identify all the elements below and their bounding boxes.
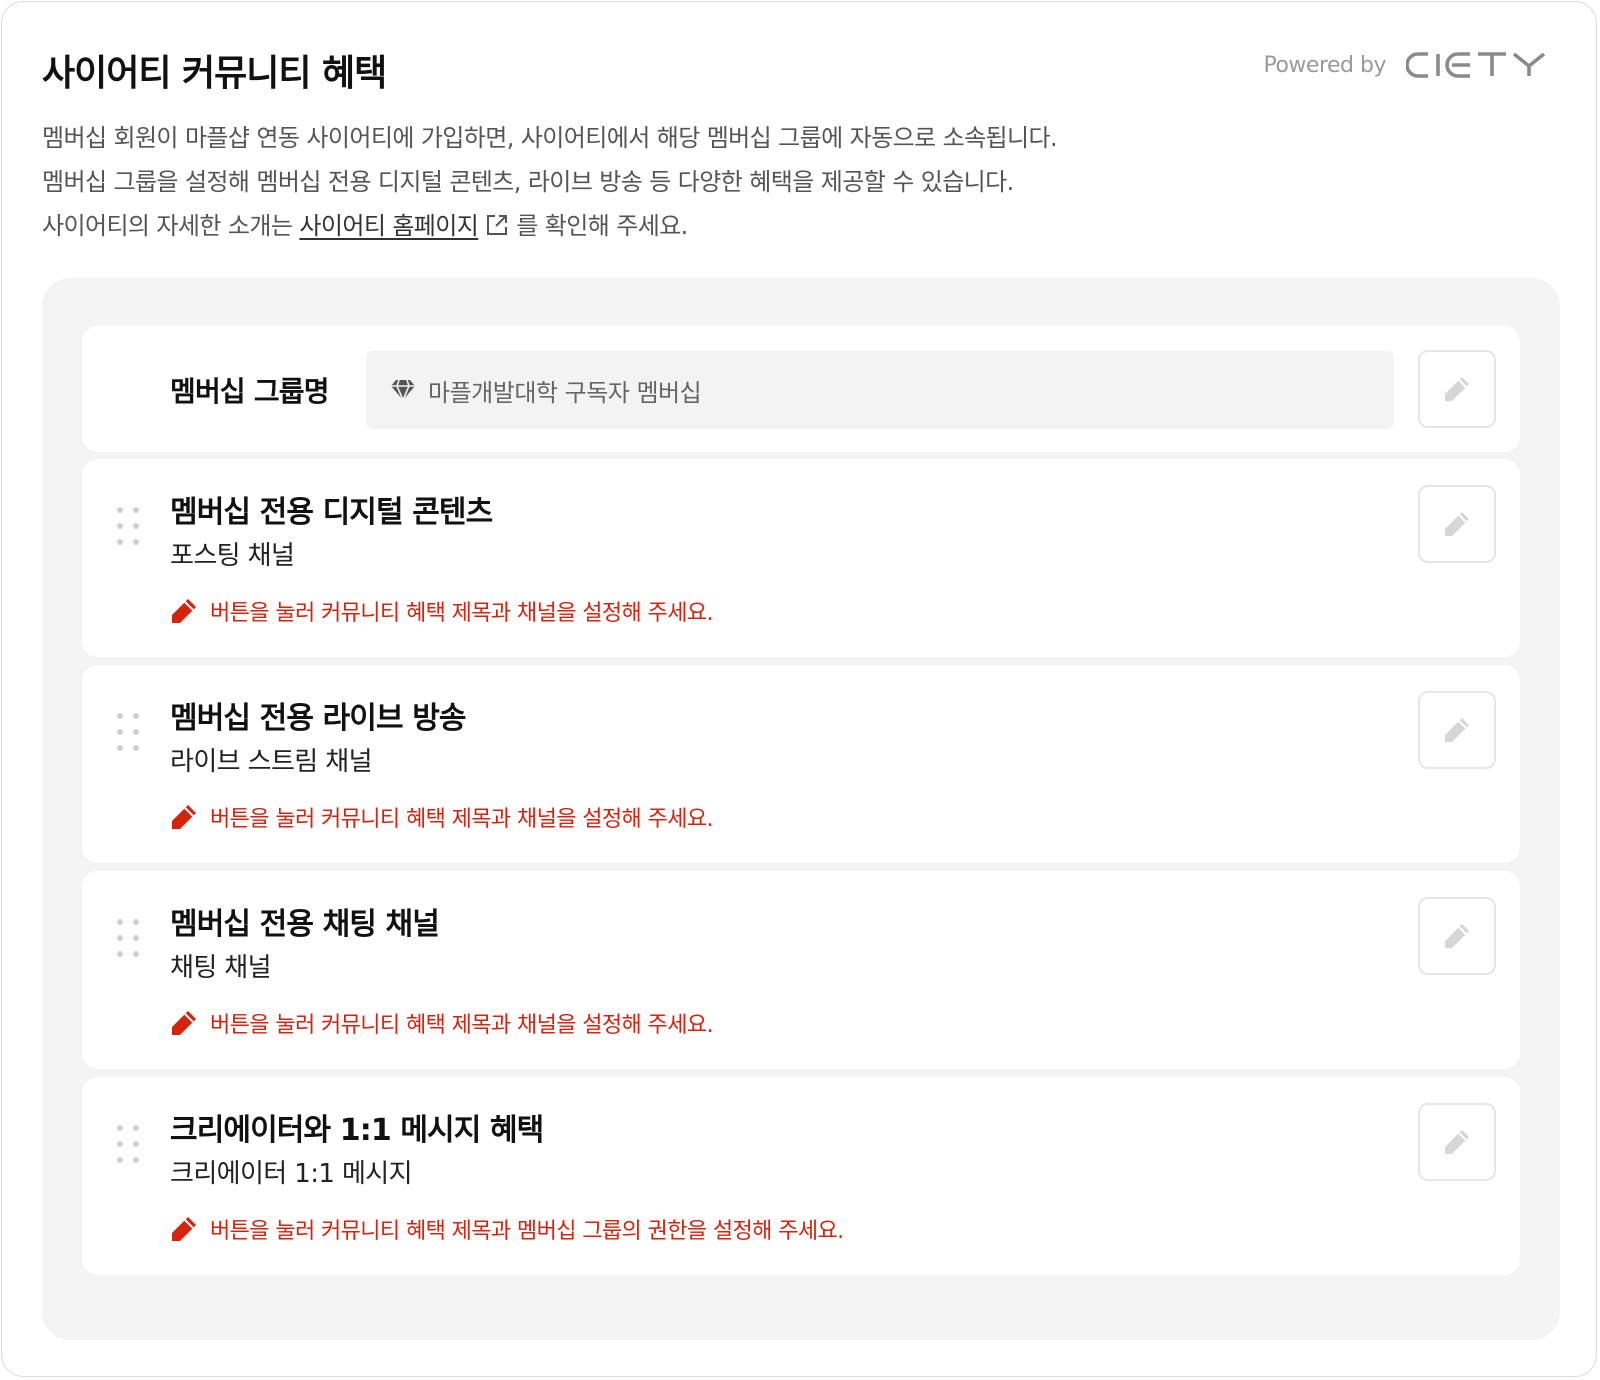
page-title: 사이어티 커뮤니티 혜택 [42,53,387,94]
benefit-panel: 멤버십 그룹명 마플개발대학 구독자 멤버십 멤버십 전용 디지털 콘텐츠 포스… [42,278,1560,1340]
benefit-warning-text: 버튼을 눌러 커뮤니티 혜택 제목과 채널을 설정해 주세요. [210,807,713,832]
pencil-icon [172,1011,196,1035]
benefit-warning: 버튼을 눌러 커뮤니티 혜택 제목과 채널을 설정해 주세요. [170,801,713,833]
description-line-3: 사이어티의 자세한 소개는 사이어티 홈페이지 를 확인해 주세요. [42,204,1057,248]
edit-benefit-button[interactable] [1418,485,1496,563]
pencil-icon [1445,1130,1469,1154]
membership-group-name: 마플개발대학 구독자 멤버십 [428,378,702,407]
benefit-channel: 라이브 스트림 채널 [170,747,372,777]
drag-handle-icon[interactable] [116,506,142,546]
pencil-icon [1445,377,1469,401]
benefit-warning-text: 버튼을 눌러 커뮤니티 혜택 제목과 채널을 설정해 주세요. [210,601,713,626]
community-benefit-container: 사이어티 커뮤니티 혜택 Powered by 멤버십 회원이 마플샵 연동 사… [1,1,1597,1377]
benefit-card: 멤버십 전용 디지털 콘텐츠 포스팅 채널 버튼을 눌러 커뮤니티 혜택 제목과… [82,459,1520,657]
edit-benefit-button[interactable] [1418,897,1496,975]
benefit-channel: 크리에이터 1:1 메시지 [170,1159,413,1189]
powered-by-label: Powered by [1263,52,1386,78]
benefit-title: 멤버십 전용 디지털 콘텐츠 [170,495,493,530]
drag-handle-icon[interactable] [116,1124,142,1164]
description-line-3-prefix: 사이어티의 자세한 소개는 [42,212,300,240]
benefit-card: 멤버십 전용 채팅 채널 채팅 채널 버튼을 눌러 커뮤니티 혜택 제목과 채널… [82,871,1520,1069]
benefit-warning: 버튼을 눌러 커뮤니티 혜택 제목과 멤버십 그룹의 권한을 설정해 주세요. [170,1213,844,1245]
powered-by: Powered by [1263,50,1556,80]
membership-group-field: 마플개발대학 구독자 멤버십 [366,351,1394,429]
benefit-warning: 버튼을 눌러 커뮤니티 혜택 제목과 채널을 설정해 주세요. [170,1007,713,1039]
benefit-warning-text: 버튼을 눌러 커뮤니티 혜택 제목과 채널을 설정해 주세요. [210,1013,713,1038]
membership-group-card: 멤버십 그룹명 마플개발대학 구독자 멤버십 [82,326,1520,452]
cicty-logo [1406,52,1546,78]
edit-benefit-button[interactable] [1418,1103,1496,1181]
pencil-icon [1445,512,1469,536]
benefit-title: 멤버십 전용 라이브 방송 [170,701,467,736]
pencil-icon [172,805,196,829]
benefit-card: 크리에이터와 1:1 메시지 혜택 크리에이터 1:1 메시지 버튼을 눌러 커… [82,1077,1520,1275]
benefit-title: 크리에이터와 1:1 메시지 혜택 [170,1113,544,1148]
description-line-1: 멤버십 회원이 마플샵 연동 사이어티에 가입하면, 사이어티에서 해당 멤버십… [42,124,1058,152]
drag-handle-icon[interactable] [116,712,142,752]
edit-benefit-button[interactable] [1418,691,1496,769]
description: 멤버십 회원이 마플샵 연동 사이어티에 가입하면, 사이어티에서 해당 멤버십… [42,116,1058,248]
pencil-icon [172,1217,196,1241]
benefit-channel: 포스팅 채널 [170,541,295,571]
pencil-icon [172,599,196,623]
drag-handle-icon[interactable] [116,918,142,958]
homepage-link[interactable]: 사이어티 홈페이지 [299,212,478,240]
benefit-warning-text: 버튼을 눌러 커뮤니티 혜택 제목과 멤버십 그룹의 권한을 설정해 주세요. [210,1219,844,1244]
diamond-icon [391,379,415,401]
description-line-3-suffix: 를 확인해 주세요. [516,212,688,240]
benefit-channel: 채팅 채널 [170,953,272,983]
benefit-warning: 버튼을 눌러 커뮤니티 혜택 제목과 채널을 설정해 주세요. [170,595,713,627]
pencil-icon [1445,924,1469,948]
edit-group-button[interactable] [1418,350,1496,428]
benefit-card: 멤버십 전용 라이브 방송 라이브 스트림 채널 버튼을 눌러 커뮤니티 혜택 … [82,665,1520,863]
external-link-icon[interactable] [484,212,510,238]
benefit-title: 멤버십 전용 채팅 채널 [170,907,440,942]
pencil-icon [1445,718,1469,742]
description-line-2: 멤버십 그룹을 설정해 멤버십 전용 디지털 콘텐츠, 라이브 방송 등 다양한… [42,168,1014,196]
membership-group-label: 멤버십 그룹명 [170,375,330,408]
